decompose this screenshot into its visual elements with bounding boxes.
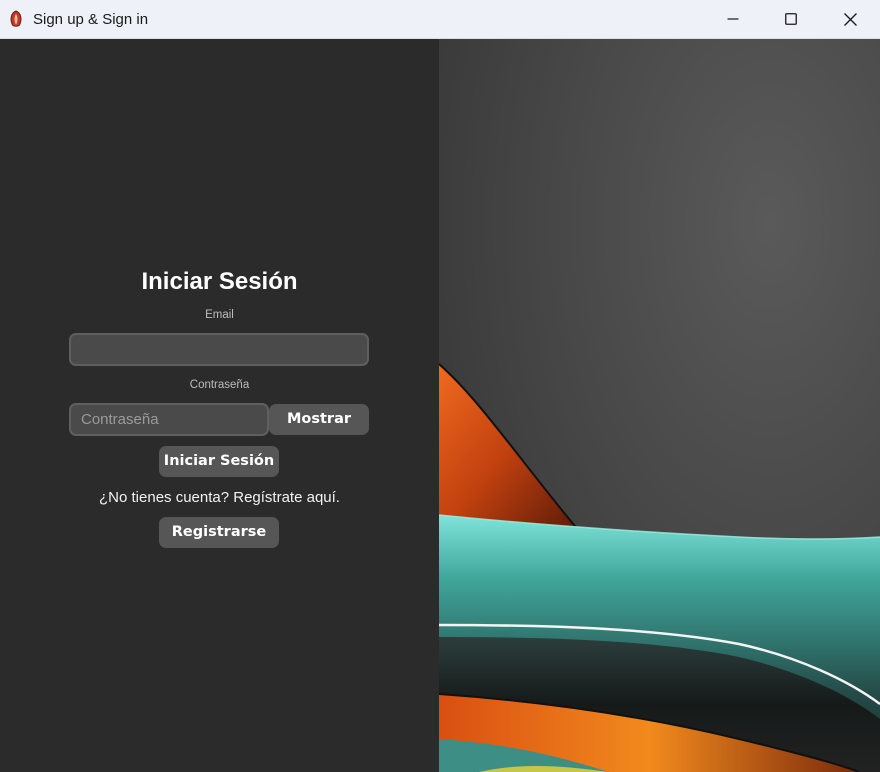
- close-button[interactable]: [821, 0, 879, 38]
- login-heading: Iniciar Sesión: [141, 268, 298, 295]
- email-field[interactable]: [69, 333, 369, 366]
- maximize-icon: [785, 13, 797, 25]
- wallpaper-image: [439, 39, 880, 772]
- minimize-button[interactable]: [704, 0, 762, 38]
- email-label: Email: [205, 309, 234, 321]
- app-window: Sign up & Sign in Iniciar Sesión Email C…: [0, 0, 880, 772]
- register-button[interactable]: Registrarse: [159, 517, 279, 548]
- register-prompt: ¿No tienes cuenta? Regístrate aquí.: [99, 489, 340, 506]
- show-password-button[interactable]: Mostrar: [269, 404, 369, 435]
- password-label: Contraseña: [189, 379, 250, 391]
- window-title: Sign up & Sign in: [33, 11, 149, 28]
- login-button[interactable]: Iniciar Sesión: [159, 446, 279, 477]
- minimize-icon: [727, 18, 739, 20]
- title-bar: Sign up & Sign in: [0, 0, 880, 39]
- login-panel: Iniciar Sesión Email Contraseña Mostrar …: [0, 39, 439, 772]
- app-icon: [9, 10, 23, 28]
- close-icon: [843, 12, 857, 26]
- password-field[interactable]: [69, 403, 269, 436]
- maximize-button[interactable]: [762, 0, 820, 38]
